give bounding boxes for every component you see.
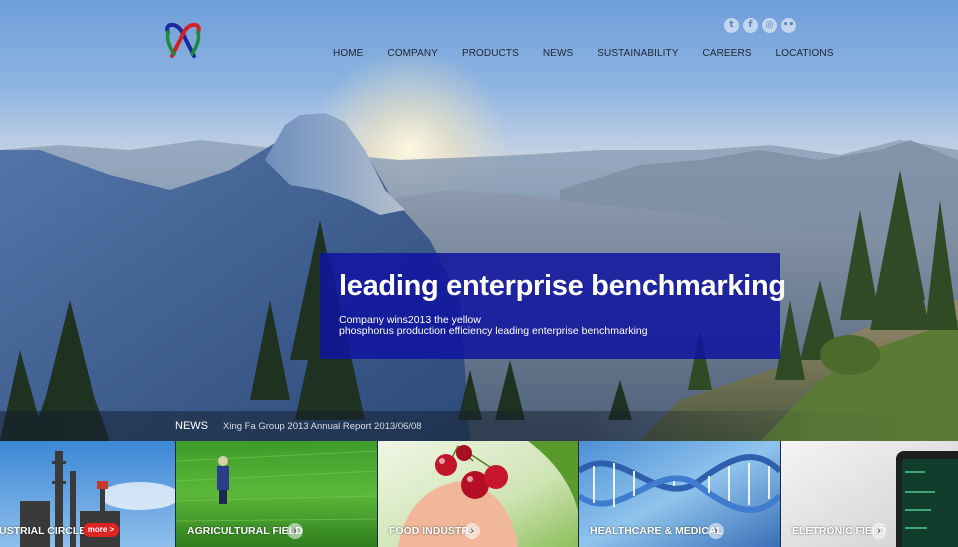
twitter-icon[interactable]: t: [724, 18, 739, 33]
company-logo[interactable]: [162, 22, 204, 62]
nav-item-company[interactable]: COMPANY: [387, 48, 438, 59]
arrow-right-icon[interactable]: ›: [464, 523, 480, 539]
news-ticker: NEWS Xing Fa Group 2013 Annual Report 20…: [0, 411, 958, 441]
banner-description: Company wins2013 the yellow phosphorus p…: [339, 315, 669, 337]
arrow-right-icon[interactable]: ›: [708, 523, 724, 539]
nav-item-news[interactable]: NEWS: [543, 48, 573, 59]
banner-heading: leading enterprise benchmarking: [339, 270, 786, 302]
mountain-landscape-image: [0, 113, 958, 441]
arrow-right-icon[interactable]: ›: [287, 523, 303, 539]
tile-electronic-field[interactable]: ELETRONIC FIELD ›: [781, 441, 958, 547]
nav-item-home[interactable]: HOME: [333, 48, 363, 59]
nav-item-locations[interactable]: LOCATIONS: [776, 48, 834, 59]
nav-item-careers[interactable]: CAREERS: [703, 48, 752, 59]
news-headline-link[interactable]: Xing Fa Group 2013 Annual Report 2013/06…: [223, 421, 422, 432]
tile-label: HEALTHCARE & MEDICAL: [590, 525, 723, 537]
nav-item-products[interactable]: PRODUCTS: [462, 48, 519, 59]
flickr-icon[interactable]: ••: [781, 18, 796, 33]
news-label: NEWS: [175, 420, 208, 432]
tile-label: AGRICULTURAL FIELD: [187, 525, 303, 537]
more-button[interactable]: more >: [83, 523, 119, 537]
weibo-icon[interactable]: ◎: [762, 18, 777, 33]
hero-banner: t f ◎ •• HOME COMPANY PRODUCTS NEWS SUST…: [0, 0, 958, 441]
arrow-right-icon[interactable]: ›: [871, 523, 887, 539]
tile-label: FOOD INDUSTRY: [389, 525, 476, 537]
industry-tiles: USTRIAL CIRCLE more > AGRICULTURAL FIELD…: [0, 441, 958, 547]
banner-line-2: phosphorus production efficiency leading…: [339, 325, 648, 337]
tile-agricultural-field[interactable]: AGRICULTURAL FIELD ›: [176, 441, 377, 547]
social-links: t f ◎ ••: [724, 18, 796, 33]
tile-healthcare-medical[interactable]: HEALTHCARE & MEDICAL ›: [579, 441, 780, 547]
nav-item-sustainability[interactable]: SUSTAINABILITY: [597, 48, 678, 59]
feature-banner[interactable]: leading enterprise benchmarking Company …: [320, 253, 786, 359]
tile-industrial-circle[interactable]: USTRIAL CIRCLE more >: [0, 441, 175, 547]
main-navigation: HOME COMPANY PRODUCTS NEWS SUSTAINABILIT…: [333, 48, 858, 59]
tile-food-industry[interactable]: FOOD INDUSTRY ›: [378, 441, 578, 547]
tile-label: USTRIAL CIRCLE: [0, 525, 87, 537]
facebook-icon[interactable]: f: [743, 18, 758, 33]
